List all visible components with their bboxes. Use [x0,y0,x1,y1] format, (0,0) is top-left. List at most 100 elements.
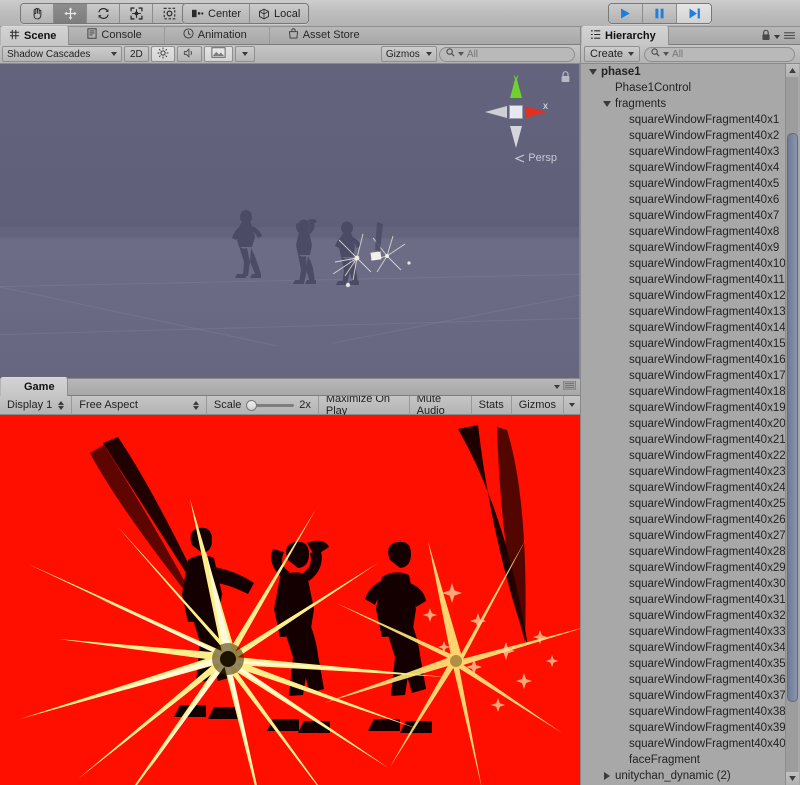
chevron-down-icon[interactable] [774,34,780,39]
scroll-up-arrow[interactable] [786,64,799,77]
hierarchy-item-squarewindowfragment40x10[interactable]: squareWindowFragment40x10 [581,256,800,272]
hierarchy-item-squarewindowfragment40x38[interactable]: squareWindowFragment40x38 [581,704,800,720]
hierarchy-item-squarewindowfragment40x24[interactable]: squareWindowFragment40x24 [581,480,800,496]
game-scale-slider[interactable]: Scale 2x [207,395,319,415]
hierarchy-item-squarewindowfragment40x35[interactable]: squareWindowFragment40x35 [581,656,800,672]
hierarchy-tree[interactable]: phase1 Phase1Control fragments squareWindow… [581,64,800,785]
hierarchy-item-squarewindowfragment40x13[interactable]: squareWindowFragment40x13 [581,304,800,320]
hierarchy-item-squarewindowfragment40x21[interactable]: squareWindowFragment40x21 [581,432,800,448]
hierarchy-item-squarewindowfragment40x33[interactable]: squareWindowFragment40x33 [581,624,800,640]
stats-toggle[interactable]: Stats [472,395,512,415]
pivot-mode-button[interactable]: Center [183,4,251,23]
hierarchy-item-squarewindowfragment40x12[interactable]: squareWindowFragment40x12 [581,288,800,304]
hierarchy-lock-icon[interactable] [761,29,771,44]
chevron-right-icon[interactable] [601,772,612,780]
hierarchy-item-squarewindowfragment40x20[interactable]: squareWindowFragment40x20 [581,416,800,432]
move-tool-button[interactable] [54,4,87,23]
scene-search-input[interactable]: All [438,46,576,62]
hierarchy-item-phase1control[interactable]: Phase1Control [581,80,800,96]
hierarchy-item-label: squareWindowFragment40x21 [629,434,786,446]
scene-gizmos-dropdown[interactable]: Gizmos [380,46,437,62]
hierarchy-item-squarewindowfragment40x25[interactable]: squareWindowFragment40x25 [581,496,800,512]
hierarchy-item-squarewindowfragment40x29[interactable]: squareWindowFragment40x29 [581,560,800,576]
hierarchy-item-unitychan-dynamic-2-[interactable]: unitychan_dynamic (2) [581,768,800,784]
scene-effects-dropdown[interactable] [234,46,255,62]
scene-lock-icon[interactable] [560,70,571,86]
game-gizmos-dropdown[interactable] [563,395,580,415]
hierarchy-item-squarewindowfragment40x18[interactable]: squareWindowFragment40x18 [581,384,800,400]
hierarchy-item-squarewindowfragment40x40[interactable]: squareWindowFragment40x40 [581,736,800,752]
hierarchy-item-squarewindowfragment40x27[interactable]: squareWindowFragment40x27 [581,528,800,544]
scene-effects-toggle[interactable] [203,46,233,62]
scale-tool-button[interactable] [120,4,153,23]
chevron-down-icon[interactable] [587,69,598,75]
hierarchy-item-squarewindowfragment40x36[interactable]: squareWindowFragment40x36 [581,672,800,688]
tab-hierarchy[interactable]: Hierarchy [581,26,669,45]
hierarchy-item-squarewindowfragment40x11[interactable]: squareWindowFragment40x11 [581,272,800,288]
play-button[interactable] [609,4,643,23]
hierarchy-item-squarewindowfragment40x30[interactable]: squareWindowFragment40x30 [581,576,800,592]
hierarchy-item-squarewindowfragment40x23[interactable]: squareWindowFragment40x23 [581,464,800,480]
scene-lighting-toggle[interactable] [150,46,175,62]
hierarchy-item-squarewindowfragment40x2[interactable]: squareWindowFragment40x2 [581,128,800,144]
hierarchy-item-squarewindowfragment40x3[interactable]: squareWindowFragment40x3 [581,144,800,160]
two-d-toggle[interactable]: 2D [124,46,149,62]
game-aspect-dropdown[interactable]: Free Aspect [72,395,207,415]
draw-mode-dropdown[interactable]: Shadow Cascades [2,46,122,62]
hierarchy-item-facefragment[interactable]: faceFragment [581,752,800,768]
hierarchy-item-squarewindowfragment40x5[interactable]: squareWindowFragment40x5 [581,176,800,192]
hierarchy-item-squarewindowfragment40x26[interactable]: squareWindowFragment40x26 [581,512,800,528]
hierarchy-item-squarewindowfragment40x34[interactable]: squareWindowFragment40x34 [581,640,800,656]
hierarchy-search-input[interactable]: All [644,46,795,62]
game-panel-menu[interactable] [554,380,577,393]
hierarchy-item-squarewindowfragment40x15[interactable]: squareWindowFragment40x15 [581,336,800,352]
game-gizmos-button[interactable]: Gizmos [512,396,563,415]
hierarchy-scroll-thumb[interactable] [787,132,798,703]
pause-button[interactable] [643,4,677,23]
hierarchy-item-squarewindowfragment40x32[interactable]: squareWindowFragment40x32 [581,608,800,624]
tab-game[interactable]: Game [0,377,68,396]
rotate-tool-button[interactable] [87,4,120,23]
hierarchy-item-squarewindowfragment40x22[interactable]: squareWindowFragment40x22 [581,448,800,464]
game-scale-value: 2x [299,399,311,411]
hierarchy-item-squarewindowfragment40x9[interactable]: squareWindowFragment40x9 [581,240,800,256]
hierarchy-item-squarewindowfragment40x1[interactable]: squareWindowFragment40x1 [581,112,800,128]
hierarchy-scrollbar[interactable] [785,64,799,785]
scroll-down-arrow[interactable] [786,772,799,785]
chevron-down-icon[interactable] [601,101,612,107]
hierarchy-item-phase1[interactable]: phase1 [581,64,800,80]
create-button[interactable]: Create [584,46,641,62]
scale-slider-knob[interactable] [246,399,258,411]
hierarchy-item-squarewindowfragment40x8[interactable]: squareWindowFragment40x8 [581,224,800,240]
hierarchy-item-squarewindowfragment40x7[interactable]: squareWindowFragment40x7 [581,208,800,224]
tab-asset-store[interactable]: Asset Store [270,26,372,44]
maximize-on-play-toggle[interactable]: Maximize On Play [319,393,410,417]
hierarchy-item-squarewindowfragment40x39[interactable]: squareWindowFragment40x39 [581,720,800,736]
scene-viewport[interactable]: y x Persp [0,64,580,378]
hierarchy-item-fragments[interactable]: fragments [581,96,800,112]
image-icon [211,47,226,61]
tab-animation[interactable]: Animation [165,26,270,44]
panel-menu-icon[interactable] [783,31,796,43]
game-display-dropdown[interactable]: Display 1 [0,395,73,415]
hierarchy-item-squarewindowfragment40x31[interactable]: squareWindowFragment40x31 [581,592,800,608]
hierarchy-item-squarewindowfragment40x4[interactable]: squareWindowFragment40x4 [581,160,800,176]
hierarchy-item-squarewindowfragment40x16[interactable]: squareWindowFragment40x16 [581,352,800,368]
scale-slider-track[interactable] [246,399,295,411]
tab-console[interactable]: Console [69,26,165,44]
hierarchy-item-squarewindowfragment40x28[interactable]: squareWindowFragment40x28 [581,544,800,560]
hand-tool-button[interactable] [21,4,54,23]
hierarchy-item-squarewindowfragment40x37[interactable]: squareWindowFragment40x37 [581,688,800,704]
tab-scene[interactable]: Scene [0,26,70,45]
mute-audio-toggle[interactable]: Mute Audio [410,393,472,417]
game-viewport[interactable] [0,415,580,785]
hierarchy-item-squarewindowfragment40x6[interactable]: squareWindowFragment40x6 [581,192,800,208]
tab-animation-label: Animation [197,29,247,41]
hierarchy-item-squarewindowfragment40x14[interactable]: squareWindowFragment40x14 [581,320,800,336]
pivot-space-button[interactable]: Local [250,4,309,23]
scene-axis-gizmo[interactable]: y x [481,72,551,152]
scene-audio-toggle[interactable] [176,46,202,62]
step-button[interactable] [677,4,711,23]
hierarchy-item-squarewindowfragment40x17[interactable]: squareWindowFragment40x17 [581,368,800,384]
hierarchy-item-squarewindowfragment40x19[interactable]: squareWindowFragment40x19 [581,400,800,416]
